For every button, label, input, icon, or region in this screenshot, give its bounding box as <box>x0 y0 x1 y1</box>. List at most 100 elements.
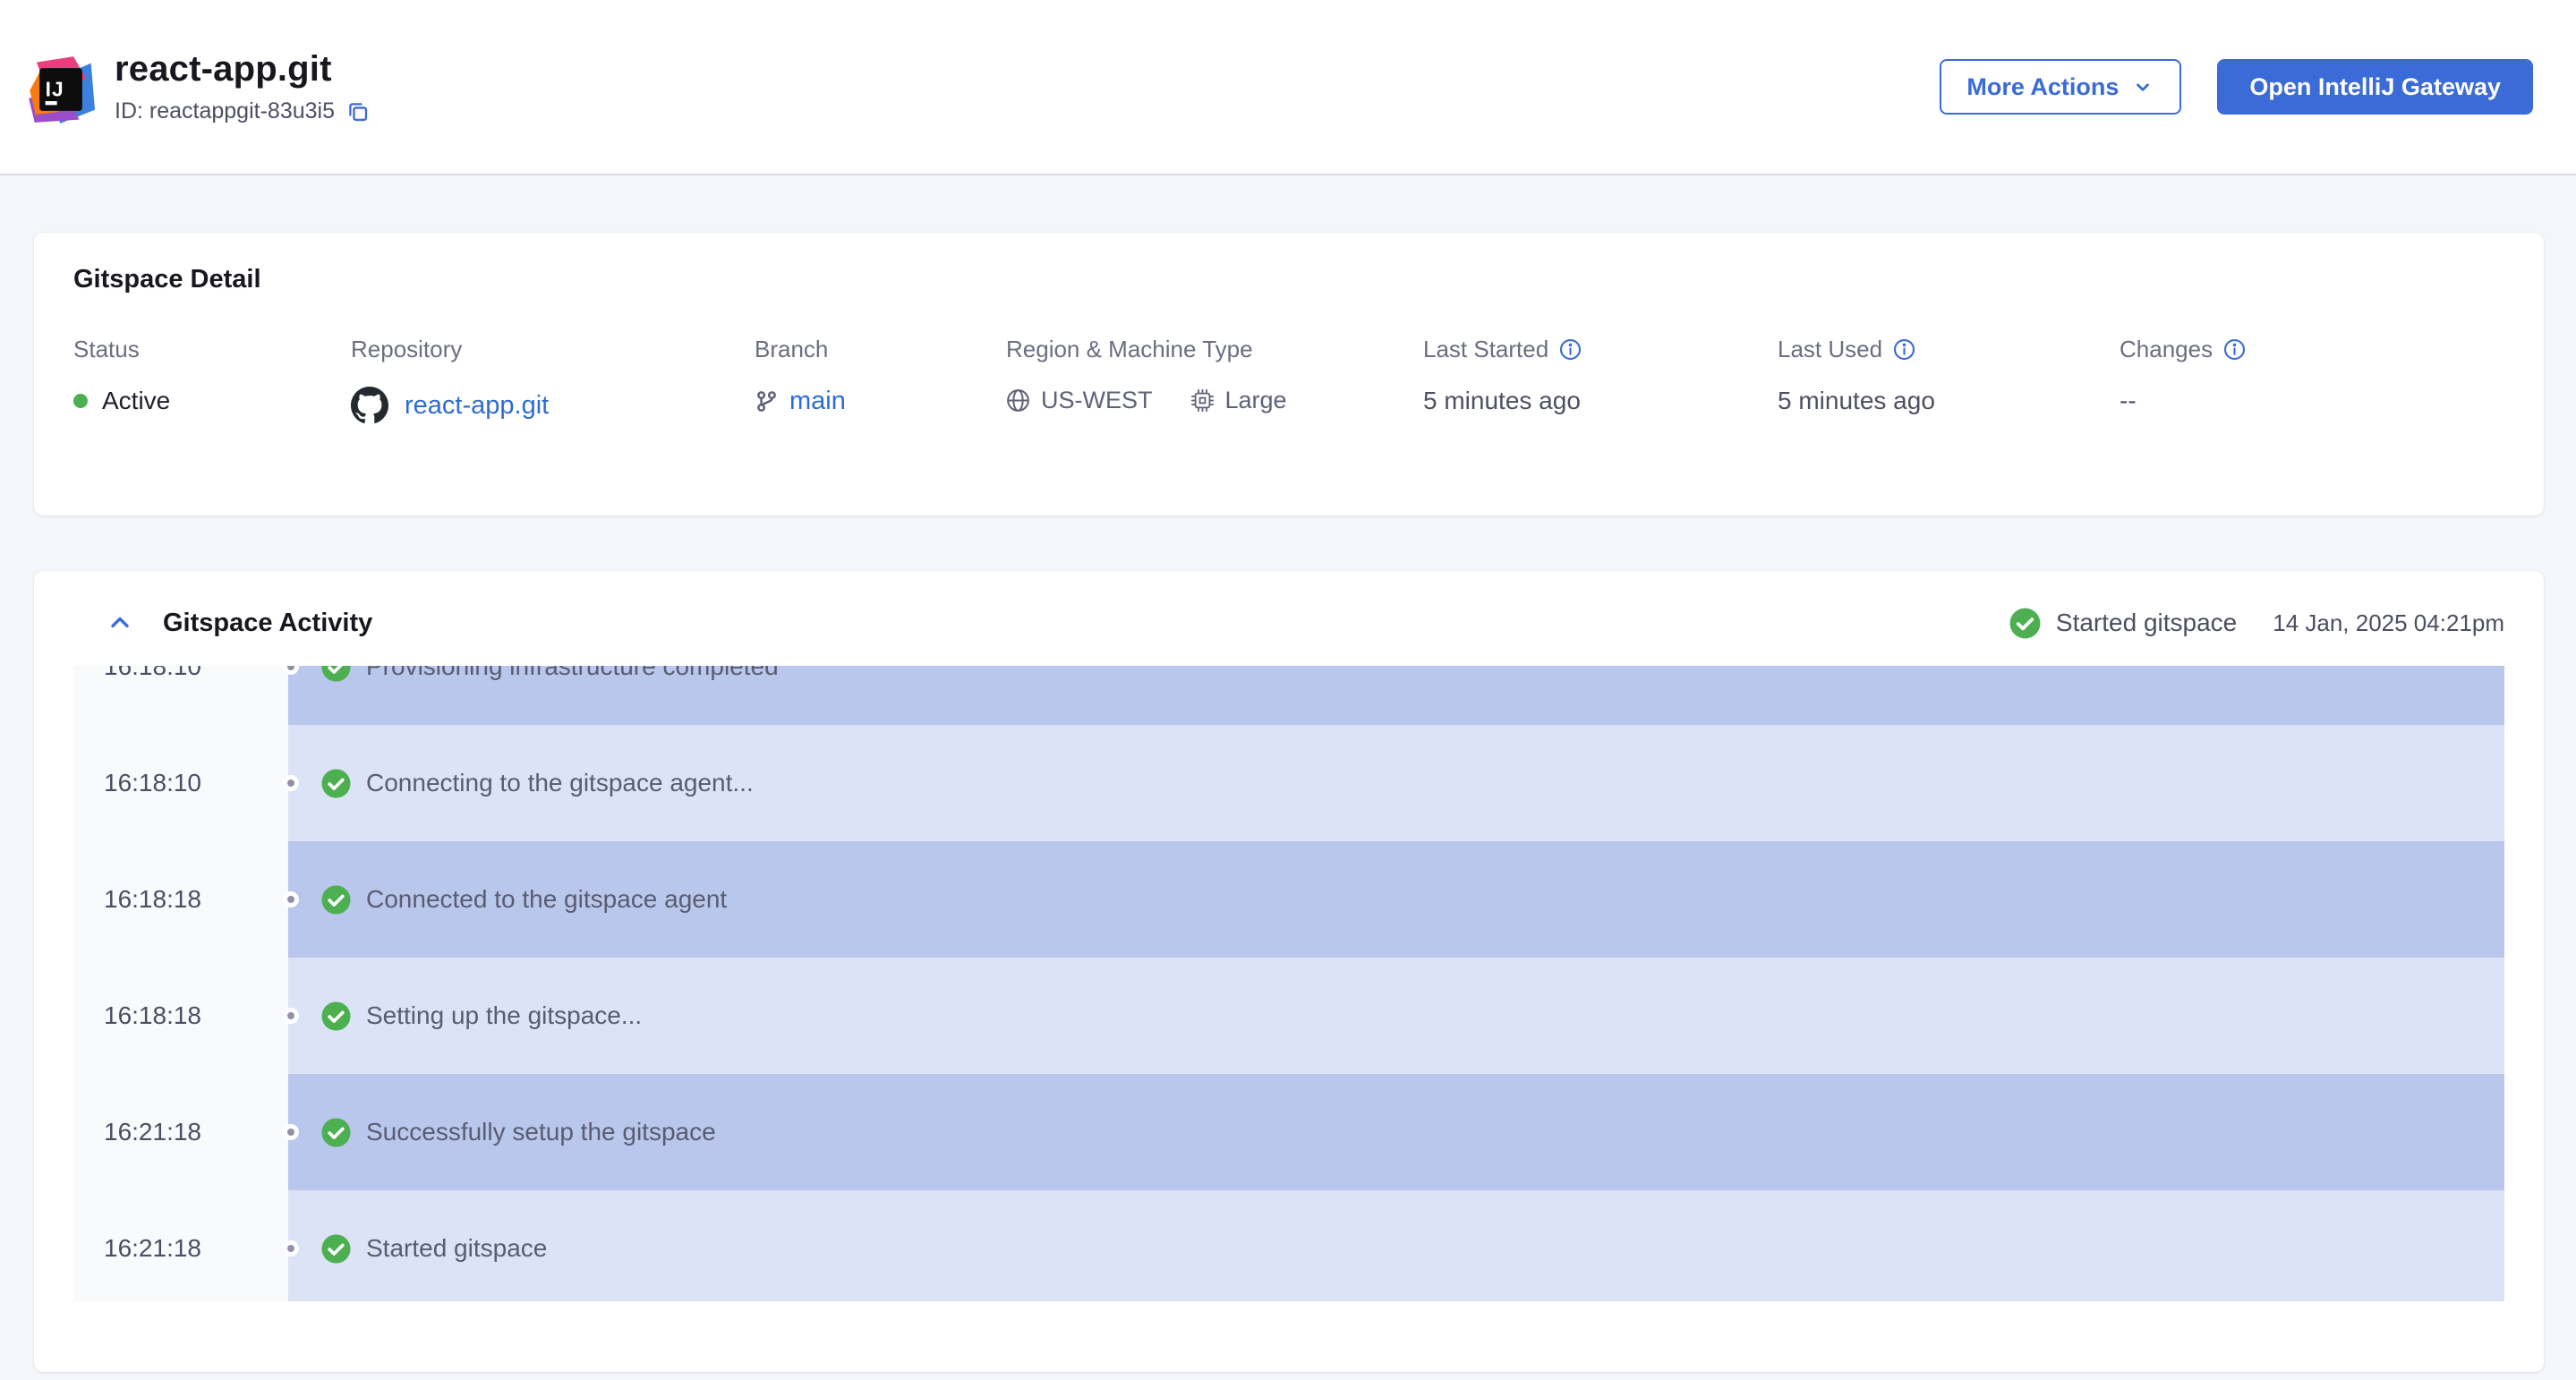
field-status: Status Active <box>73 336 351 424</box>
timeline-dot-icon <box>283 1124 299 1140</box>
last-started-value: 5 minutes ago <box>1423 387 1778 415</box>
git-branch-icon <box>755 389 779 413</box>
activity-row-time-cell: 16:18:18 <box>73 841 288 958</box>
check-circle-icon <box>320 666 352 683</box>
copy-icon[interactable] <box>345 99 370 124</box>
timeline-dot-icon <box>283 891 299 907</box>
activity-row-message-cell: Provisioning infrastructure completed <box>288 666 2504 725</box>
activity-header: Gitspace Activity Started gitspace 14 Ja… <box>34 571 2544 666</box>
activity-row-message: Started gitspace <box>366 1234 547 1263</box>
activity-row-message-cell: Setting up the gitspace... <box>288 958 2504 1074</box>
region-machine-label: Region & Machine Type <box>1006 336 1423 363</box>
activity-row-time-cell: 16:18:18 <box>73 958 288 1074</box>
check-circle-icon <box>320 768 352 799</box>
repository-link[interactable]: react-app.git <box>405 391 549 421</box>
repository-label: Repository <box>351 336 755 363</box>
field-branch: Branch main <box>755 336 1006 424</box>
activity-row-message-cell: Connected to the gitspace agent <box>288 841 2504 958</box>
changes-label: Changes <box>2120 336 2213 363</box>
check-circle-icon <box>320 1233 352 1265</box>
check-circle-icon <box>320 1117 352 1148</box>
branch-label: Branch <box>755 336 1006 363</box>
info-icon[interactable] <box>1559 338 1582 361</box>
last-started-label: Last Started <box>1423 336 1548 363</box>
svg-text:IJ: IJ <box>46 78 64 101</box>
chevron-down-icon <box>2131 75 2154 98</box>
activity-row-message: Connecting to the gitspace agent... <box>366 769 754 797</box>
gitspace-id: ID: reactappgit-83u3i5 <box>115 98 335 124</box>
activity-row-time-cell: 16:21:18 <box>73 1074 288 1190</box>
check-circle-icon <box>320 1001 352 1032</box>
status-dot-icon <box>73 394 88 408</box>
chip-icon <box>1190 388 1215 413</box>
activity-row-message: Successfully setup the gitspace <box>366 1118 716 1146</box>
field-region-machine: Region & Machine Type US-WEST <box>1006 336 1423 424</box>
activity-row-time-cell: 16:21:18 <box>73 1190 288 1301</box>
gitspace-detail-card: Gitspace Detail Status Active Repository <box>34 233 2544 515</box>
more-actions-button[interactable]: More Actions <box>1940 59 2181 115</box>
info-icon[interactable] <box>1893 338 1915 361</box>
activity-row-time: 16:18:10 <box>104 666 201 681</box>
main-content: Gitspace Detail Status Active Repository <box>0 175 2576 1372</box>
info-icon[interactable] <box>2223 338 2246 361</box>
activity-row-time: 16:18:10 <box>104 769 201 797</box>
status-label: Status <box>73 336 351 363</box>
branch-link[interactable]: main <box>789 387 846 416</box>
page-header: IJ react-app.git ID: reactappgit-83u3i5 … <box>0 0 2576 175</box>
check-circle-icon <box>320 884 352 916</box>
field-changes: Changes -- <box>2120 336 2504 424</box>
activity-row-time-cell: 16:18:10 <box>73 666 288 725</box>
github-icon <box>351 387 388 424</box>
region-group: US-WEST <box>1006 387 1153 414</box>
field-last-used: Last Used 5 minutes ago <box>1778 336 2120 424</box>
last-used-label: Last Used <box>1778 336 1882 363</box>
activity-row-time: 16:18:18 <box>104 1001 201 1030</box>
activity-log-row: 16:21:18 Successfully setup the gitspace <box>73 1074 2504 1190</box>
globe-icon <box>1006 388 1030 413</box>
activity-timestamp: 14 Jan, 2025 04:21pm <box>2273 609 2504 637</box>
activity-row-message-cell: Started gitspace <box>288 1190 2504 1301</box>
status-value: Active <box>73 387 351 415</box>
region-text: US-WEST <box>1041 387 1153 414</box>
timeline-dot-icon <box>283 1240 299 1256</box>
timeline-dot-icon <box>283 775 299 791</box>
timeline-dot-icon <box>283 1008 299 1024</box>
intellij-idea-logo-icon: IJ <box>27 55 95 124</box>
repository-value: react-app.git <box>351 387 755 424</box>
activity-row-time: 16:21:18 <box>104 1234 201 1263</box>
machine-text: Large <box>1225 387 1287 414</box>
activity-row-time: 16:21:18 <box>104 1118 201 1146</box>
activity-log-row: 16:18:10 Provisioning infrastructure com… <box>73 666 2504 725</box>
activity-log-row: 16:18:18 Setting up the gitspace... <box>73 958 2504 1074</box>
chevron-up-icon <box>106 609 134 637</box>
activity-row-message-cell: Successfully setup the gitspace <box>288 1074 2504 1190</box>
activity-log-row: 16:21:18 Started gitspace <box>73 1190 2504 1301</box>
field-last-started: Last Started 5 minutes ago <box>1423 336 1778 424</box>
activity-row-time: 16:18:18 <box>104 885 201 914</box>
activity-status-badge: Started gitspace <box>2009 607 2237 640</box>
open-intellij-gateway-button[interactable]: Open IntelliJ Gateway <box>2217 59 2533 115</box>
changes-value: -- <box>2120 387 2504 415</box>
more-actions-label: More Actions <box>1966 73 2119 101</box>
page-title: react-app.git <box>115 49 370 89</box>
status-text: Active <box>102 387 170 415</box>
detail-card-heading: Gitspace Detail <box>73 265 2504 294</box>
branch-value: main <box>755 387 1006 416</box>
check-circle-icon <box>2009 607 2042 640</box>
activity-row-message: Provisioning infrastructure completed <box>366 666 779 681</box>
activity-status-text: Started gitspace <box>2056 609 2237 637</box>
activity-row-message-cell: Connecting to the gitspace agent... <box>288 725 2504 841</box>
collapse-activity-button[interactable] <box>102 605 138 641</box>
detail-fields: Status Active Repository react-app.git <box>73 336 2504 424</box>
activity-log-list[interactable]: 16:18:10 Provisioning infrastructure com… <box>73 666 2504 1301</box>
activity-log-rows: 16:18:10 Provisioning infrastructure com… <box>73 666 2504 1301</box>
machine-group: Large <box>1190 387 1287 414</box>
activity-row-message: Connected to the gitspace agent <box>366 885 727 914</box>
activity-title: Gitspace Activity <box>163 609 372 638</box>
activity-row-time-cell: 16:18:10 <box>73 725 288 841</box>
activity-row-message: Setting up the gitspace... <box>366 1001 642 1030</box>
last-used-value: 5 minutes ago <box>1778 387 2120 415</box>
activity-log-row: 16:18:10 Connecting to the gitspace agen… <box>73 725 2504 841</box>
gitspace-activity-card: Gitspace Activity Started gitspace 14 Ja… <box>34 571 2544 1372</box>
region-machine-value: US-WEST Large <box>1006 387 1423 414</box>
